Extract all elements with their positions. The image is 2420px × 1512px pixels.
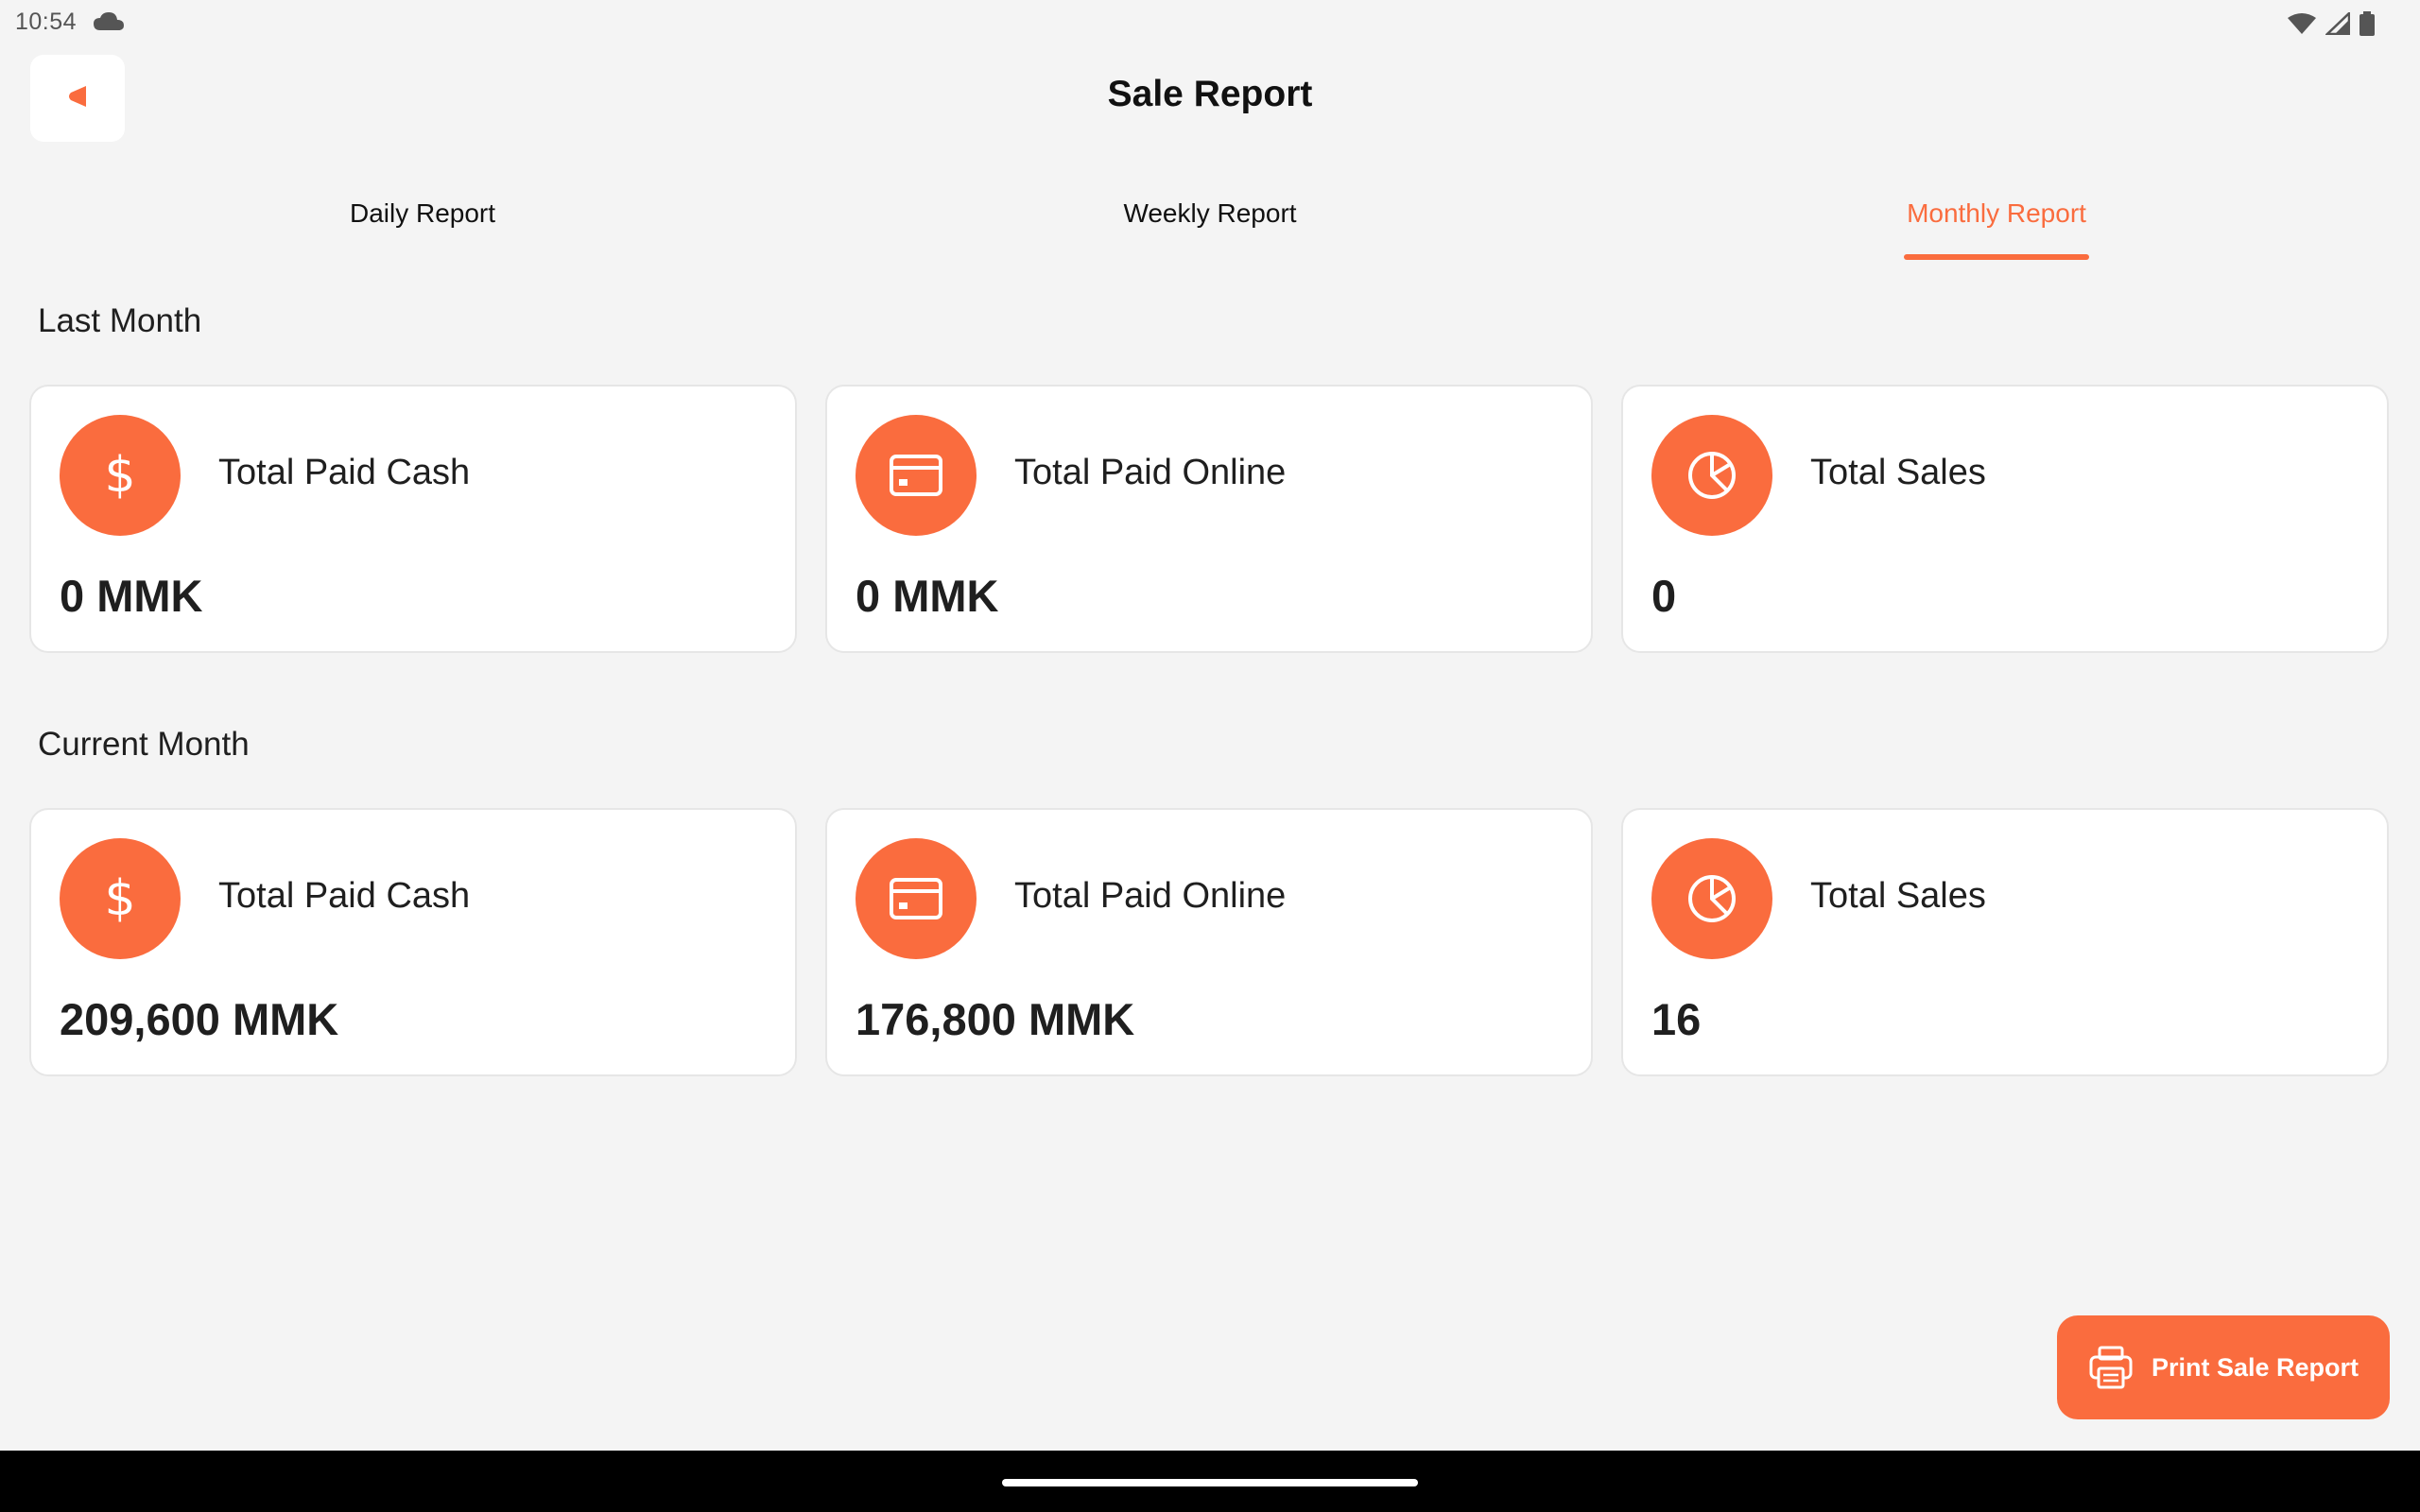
status-icons [2288,10,2375,41]
home-indicator[interactable] [1002,1479,1418,1486]
pie-chart-icon [1651,838,1772,959]
battery-icon [2360,11,2375,41]
print-button-label: Print Sale Report [2152,1352,2360,1382]
tab-daily-report[interactable]: Daily Report [233,198,612,229]
card-label: Total Paid Online [1014,876,1287,916]
section-title-current-month: Current Month [38,726,250,763]
card-current-month-total-sales: Total Sales 16 [1621,808,2389,1076]
card-label: Total Sales [1810,876,1986,916]
tab-active-indicator [1904,254,2089,260]
card-current-month-paid-online: Total Paid Online 176,800 MMK [825,808,1593,1076]
card-last-month-paid-cash: $ Total Paid Cash 0 MMK [29,385,797,653]
tab-monthly-report[interactable]: Monthly Report [1807,198,2186,229]
page-title: Sale Report [1107,74,1313,114]
card-label: Total Paid Cash [218,453,471,492]
card-current-month-paid-cash: $ Total Paid Cash 209,600 MMK [29,808,797,1076]
credit-card-icon [856,415,977,536]
card-last-month-paid-online: Total Paid Online 0 MMK [825,385,1593,653]
card-value: 0 MMK [60,571,203,621]
signal-icon [2324,10,2351,40]
dollar-icon: $ [60,415,181,536]
system-navigation-bar [0,1451,2420,1512]
card-value: 209,600 MMK [60,994,339,1044]
print-sale-report-button[interactable]: Print Sale Report [2057,1315,2390,1419]
printer-icon [2087,1344,2135,1391]
status-bar: 10:54 [0,0,2420,45]
app-root: 10:54 Sale Report Daily Report Weekly Re… [0,0,2420,1512]
wifi-icon [2288,12,2316,40]
card-value: 176,800 MMK [856,994,1135,1044]
credit-card-icon [856,838,977,959]
card-value: 0 MMK [856,571,999,621]
cloud-icon [93,11,125,37]
pie-chart-icon [1651,415,1772,536]
tab-weekly-report[interactable]: Weekly Report [1021,198,1399,229]
card-label: Total Paid Online [1014,453,1287,492]
dollar-icon: $ [60,838,181,959]
section-title-last-month: Last Month [38,302,202,339]
card-label: Total Paid Cash [218,876,471,916]
status-time: 10:54 [15,9,78,35]
card-last-month-total-sales: Total Sales 0 [1621,385,2389,653]
card-label: Total Sales [1810,453,1986,492]
card-value: 0 [1651,571,1677,621]
report-tabs: Daily Report Weekly Report Monthly Repor… [0,189,2420,265]
card-value: 16 [1651,994,1702,1044]
